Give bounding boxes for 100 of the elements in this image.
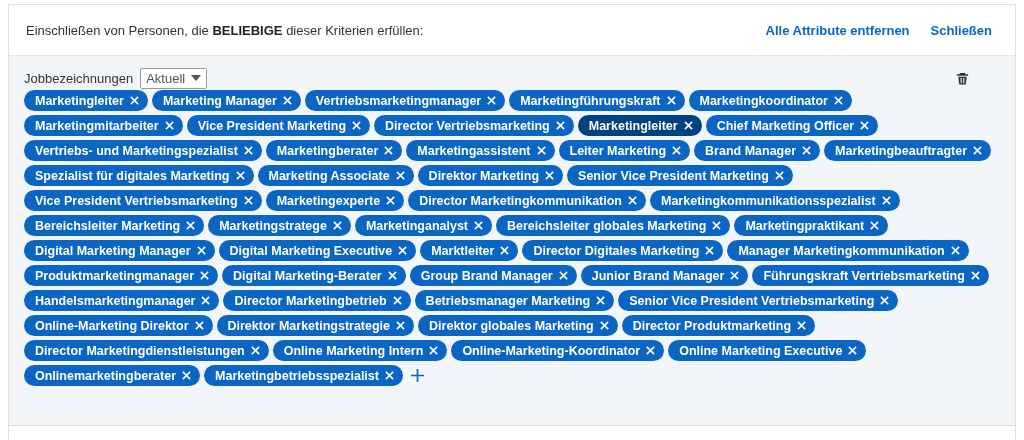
job-title-tag[interactable]: Vertriebs- und Marketingspezialist <box>24 140 262 161</box>
job-title-tag[interactable]: Marketingexperte <box>265 190 405 211</box>
job-title-tag[interactable]: Marketingassistent <box>406 140 555 161</box>
job-title-tag[interactable]: Marketingleiter <box>577 115 702 136</box>
close-icon[interactable] <box>243 146 253 155</box>
job-title-tag[interactable]: Spezialist für digitales Marketing <box>24 165 254 186</box>
job-title-tag[interactable]: Marketingkommunikationsspezialist <box>650 190 900 211</box>
close-icon[interactable] <box>235 171 245 180</box>
close-icon[interactable] <box>730 271 740 280</box>
close-icon[interactable] <box>774 171 784 180</box>
header-link[interactable]: Schließen <box>930 22 992 38</box>
close-icon[interactable] <box>200 271 210 280</box>
job-title-tag[interactable]: Handelsmarketingmanager <box>24 290 220 311</box>
close-icon[interactable] <box>186 221 196 230</box>
close-icon[interactable] <box>129 96 139 105</box>
close-icon[interactable] <box>558 271 568 280</box>
close-icon[interactable] <box>860 121 870 130</box>
job-title-tag[interactable]: Bereichsleiter globales Marketing <box>496 215 731 236</box>
job-title-tag[interactable]: Direktor Marketingstrategie <box>216 315 415 336</box>
close-icon[interactable] <box>474 221 483 230</box>
close-icon[interactable] <box>395 171 405 180</box>
close-icon[interactable] <box>970 271 980 280</box>
close-icon[interactable] <box>500 246 510 255</box>
job-title-tag[interactable]: Vice President Marketing <box>186 115 371 136</box>
close-icon[interactable] <box>386 196 396 205</box>
job-title-tag[interactable]: Manager Marketingkommunikation <box>727 240 969 261</box>
close-icon[interactable] <box>398 246 408 255</box>
job-title-tag[interactable]: Marktleiter <box>420 240 519 261</box>
job-title-tag[interactable]: Brand Manager <box>694 140 821 161</box>
close-icon[interactable] <box>164 121 174 130</box>
job-title-tag[interactable]: Director Produktmarketing <box>621 315 816 336</box>
close-icon[interactable] <box>596 296 606 305</box>
close-icon[interactable] <box>243 196 253 205</box>
close-icon[interactable] <box>196 246 206 255</box>
job-title-tag[interactable]: Marketingpraktikant <box>734 215 889 236</box>
close-icon[interactable] <box>352 121 362 130</box>
close-icon[interactable] <box>973 146 983 155</box>
close-icon[interactable] <box>666 96 676 105</box>
job-title-tag[interactable]: Betriebsmanager Marketing <box>414 290 615 311</box>
close-icon[interactable] <box>848 346 858 355</box>
close-icon[interactable] <box>705 246 715 255</box>
close-icon[interactable] <box>194 321 204 330</box>
job-title-tag[interactable]: Marketing Manager <box>151 90 301 111</box>
close-icon[interactable] <box>429 346 439 355</box>
close-icon[interactable] <box>384 371 394 380</box>
job-title-tag[interactable]: Chief Marketing Officer <box>705 115 879 136</box>
job-title-tag[interactable]: Online-Marketing-Koordinator <box>451 340 665 361</box>
job-title-tag[interactable]: Group Brand Manager <box>409 265 577 286</box>
job-title-tag[interactable]: Bereichsleiter Marketing <box>24 215 205 236</box>
job-title-tag[interactable]: Marketinganalyst <box>354 215 492 236</box>
close-icon[interactable] <box>487 96 497 105</box>
close-icon[interactable] <box>628 196 637 205</box>
close-icon[interactable] <box>881 196 891 205</box>
close-icon[interactable] <box>387 271 397 280</box>
close-icon[interactable] <box>396 321 406 330</box>
delete-icon[interactable] <box>955 70 970 86</box>
job-title-tag[interactable]: Marketingbeauftragter <box>824 140 992 161</box>
close-icon[interactable] <box>201 296 211 305</box>
job-title-tag[interactable]: Marketingleiter <box>24 90 148 111</box>
close-icon[interactable] <box>646 346 656 355</box>
add-icon[interactable] <box>410 369 424 382</box>
job-title-tag[interactable]: Marketingstratege <box>208 215 351 236</box>
job-title-tag[interactable]: Marketingführungskraft <box>509 90 685 111</box>
close-icon[interactable] <box>870 221 880 230</box>
job-title-tag[interactable]: Online-Marketing Direktor <box>24 315 213 336</box>
close-icon[interactable] <box>797 321 807 330</box>
close-icon[interactable] <box>282 96 292 105</box>
job-title-tag[interactable]: Director Digitales Marketing <box>522 240 724 261</box>
job-title-tag[interactable]: Leiter Marketing <box>558 140 691 161</box>
job-title-tag[interactable]: Director Marketingbetrieb <box>223 290 411 311</box>
job-title-tag[interactable]: Digital Marketing Executive <box>218 240 417 261</box>
job-title-tag[interactable]: Vertriebsmarketingmanager <box>304 90 506 111</box>
job-title-tag[interactable]: Marketingmitarbeiter <box>24 115 183 136</box>
close-icon[interactable] <box>536 146 546 155</box>
job-title-tag[interactable]: Senior Vice President Vertriebsmarketing <box>618 290 899 311</box>
status-dropdown[interactable]: Aktuell <box>140 67 208 89</box>
close-icon[interactable] <box>683 121 693 130</box>
job-title-tag[interactable]: Director Vertriebsmarketing <box>374 115 574 136</box>
job-title-tag[interactable]: Digital Marketing Manager <box>24 240 215 261</box>
job-title-tag[interactable]: Senior Vice President Marketing <box>567 165 793 186</box>
close-icon[interactable] <box>332 221 342 230</box>
job-title-tag[interactable]: Marketingberater <box>265 140 403 161</box>
close-icon[interactable] <box>250 346 260 355</box>
close-icon[interactable] <box>545 171 555 180</box>
job-title-tag[interactable]: Direktor Marketing <box>417 165 564 186</box>
close-icon[interactable] <box>950 246 960 255</box>
job-title-tag[interactable]: Online Marketing Executive <box>668 340 867 361</box>
close-icon[interactable] <box>384 146 394 155</box>
close-icon[interactable] <box>672 146 682 155</box>
job-title-tag[interactable]: Marketingkoordinator <box>688 90 852 111</box>
job-title-tag[interactable]: Onlinemarketingberater <box>24 365 200 386</box>
close-icon[interactable] <box>880 296 890 305</box>
job-title-tag[interactable]: Führungskraft Vertriebsmarketing <box>752 265 989 286</box>
job-title-tag[interactable]: Digital Marketing-Berater <box>222 265 406 286</box>
job-title-tag[interactable]: Director Marketingdienstleistungen <box>24 340 269 361</box>
close-icon[interactable] <box>802 146 812 155</box>
job-title-tag[interactable]: Marketingbetriebsspezialist <box>204 365 403 386</box>
close-icon[interactable] <box>182 371 191 380</box>
job-title-tag[interactable]: Junior Brand Manager <box>580 265 749 286</box>
close-icon[interactable] <box>834 96 843 105</box>
